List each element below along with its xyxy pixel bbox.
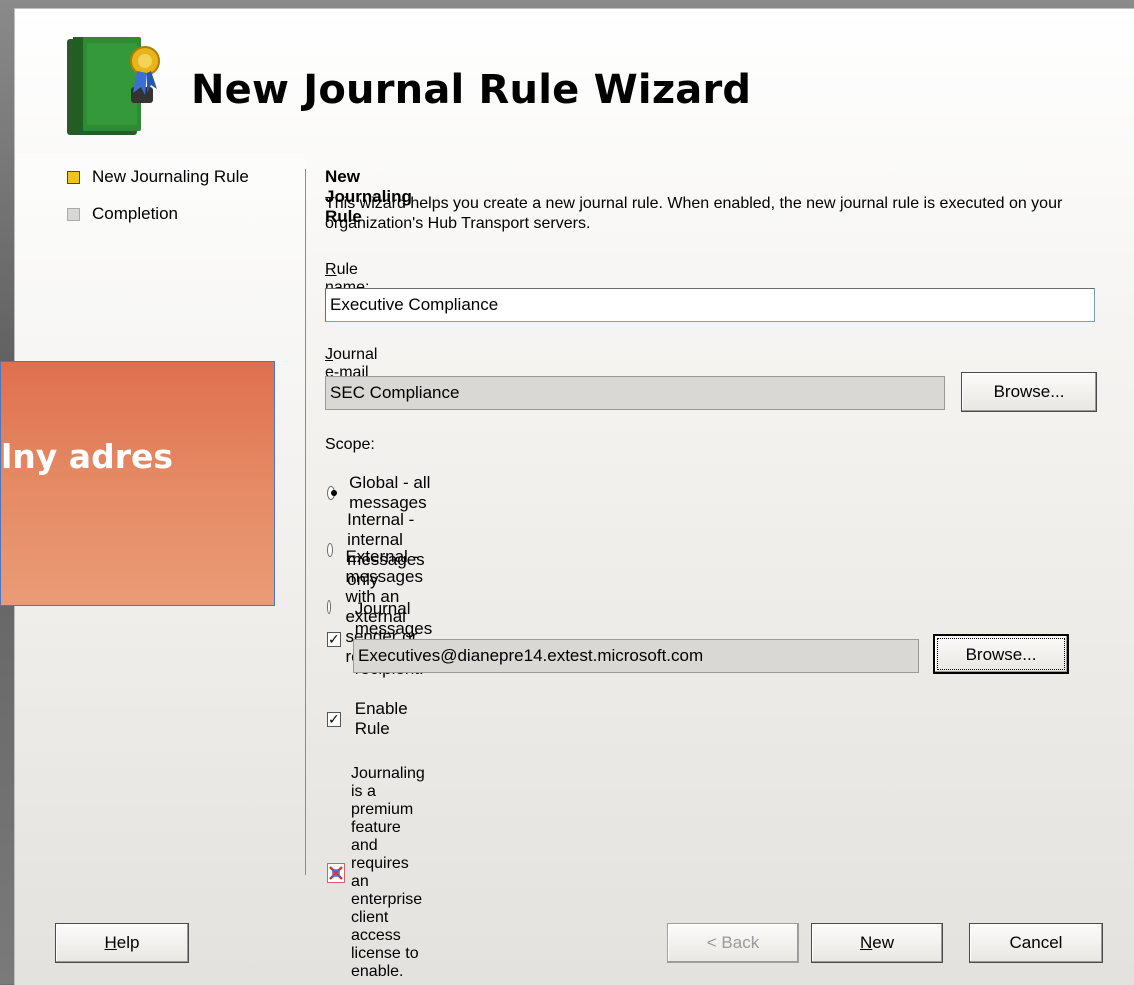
checkbox-checked-icon[interactable]: ✓: [327, 631, 341, 647]
scope-global-radio[interactable]: Global - all messages: [327, 473, 432, 513]
enable-rule-label: Enable Rule: [354, 699, 408, 738]
nav-item-label: Completion: [92, 204, 178, 223]
enable-rule-checkbox[interactable]: ✓ Enable Rule: [327, 699, 409, 739]
license-note-text: Journaling is a premium feature and requ…: [351, 765, 425, 980]
panel-divider: [305, 169, 306, 875]
license-notice: Journaling is a premium feature and requ…: [327, 765, 427, 981]
wizard-title: New Journal Rule Wizard: [191, 67, 752, 113]
nav-item-new-journaling-rule: New Journaling Rule: [67, 167, 249, 187]
recipient-field[interactable]: Executives@dianepre14.extest.microsoft.c…: [353, 639, 919, 673]
checkbox-checked-icon[interactable]: ✓: [327, 711, 341, 727]
scope-label: Scope:: [325, 436, 375, 453]
overlay-text: lny adres: [1, 437, 173, 476]
nav-item-completion: Completion: [67, 204, 178, 224]
recipient-browse-button[interactable]: Browse...: [933, 634, 1069, 674]
pending-step-icon: [67, 207, 80, 221]
back-button[interactable]: < Back: [667, 923, 799, 963]
radio-button[interactable]: [327, 486, 338, 500]
page-description: This wizard helps you create a new journ…: [325, 195, 1063, 232]
nav-item-label: New Journaling Rule: [92, 167, 249, 186]
current-step-icon: [67, 170, 80, 184]
scope-option-label: Global - all messages: [349, 473, 431, 512]
new-button[interactable]: New: [811, 923, 943, 963]
journal-book-icon: [67, 37, 160, 135]
journal-address-field[interactable]: SEC Compliance: [325, 376, 945, 410]
cancel-button[interactable]: Cancel: [969, 923, 1103, 963]
journal-address-browse-button[interactable]: Browse...: [961, 372, 1097, 412]
premium-feature-icon: [327, 863, 345, 883]
help-button[interactable]: Help: [55, 923, 189, 963]
rule-name-input[interactable]: Executive Compliance: [325, 288, 1095, 322]
overlay-callout: lny adres: [0, 361, 275, 606]
